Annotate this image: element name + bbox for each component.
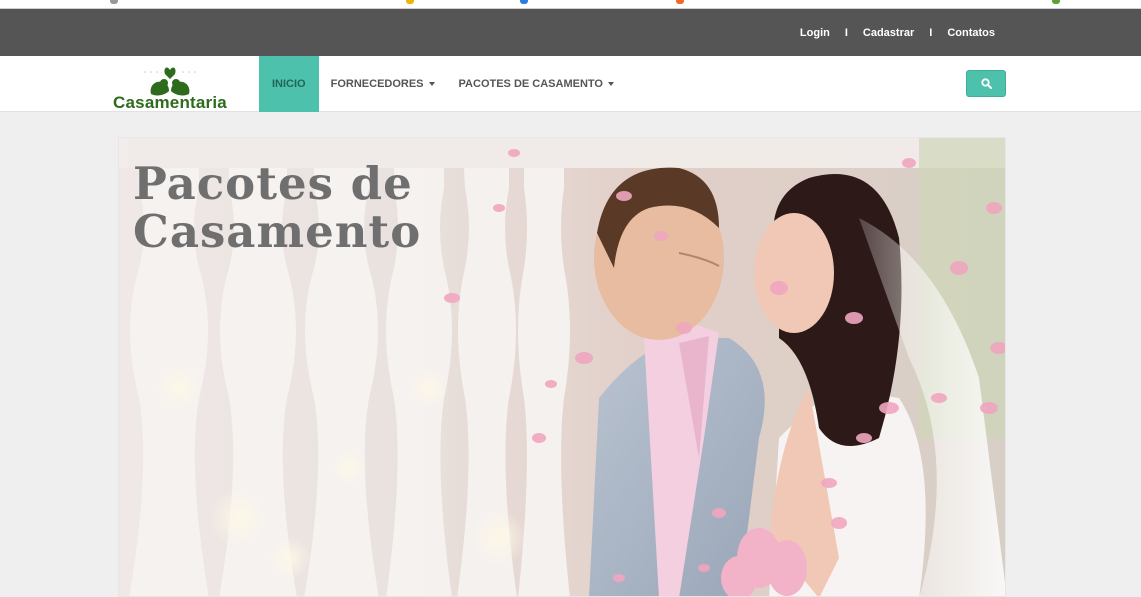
bookmark-icon[interactable] (676, 0, 684, 4)
site-logo[interactable]: Casamentaria (106, 64, 234, 116)
hero-title: Pacotes de Casamento (133, 160, 421, 256)
browser-bookmarks-strip (0, 0, 1141, 9)
brand-name: Casamentaria (113, 93, 227, 112)
primary-nav: INICIO FORNECEDORES PACOTES DE CASAMENTO (259, 56, 626, 112)
top-bar: Login I Cadastrar I Contatos (0, 9, 1141, 56)
nav-item-label: INICIO (272, 78, 306, 90)
nav-item-label: FORNECEDORES (330, 78, 424, 90)
caret-down-icon (607, 82, 614, 86)
hero-banner: Pacotes de Casamento (118, 137, 1006, 597)
login-link[interactable]: Login (800, 27, 830, 39)
bookmark-icon[interactable] (520, 0, 528, 4)
account-links: Login I Cadastrar I Contatos (800, 9, 995, 56)
bookmark-icon[interactable] (1052, 0, 1060, 4)
register-link[interactable]: Cadastrar (863, 27, 914, 39)
search-button[interactable] (966, 70, 1006, 97)
nav-item-fornecedores[interactable]: FORNECEDORES (319, 56, 447, 112)
hero-title-line: Pacotes de (133, 157, 413, 210)
nav-item-label: PACOTES DE CASAMENTO (458, 78, 603, 90)
bookmark-icon[interactable] (110, 0, 118, 4)
link-separator: I (844, 26, 848, 39)
main-navbar: Casamentaria INICIO FORNECEDORES PACOTES… (0, 56, 1141, 112)
link-separator: I (929, 26, 933, 39)
nav-item-inicio[interactable]: INICIO (259, 56, 319, 112)
hero-title-line: Casamento (133, 205, 422, 258)
caret-down-icon (428, 82, 435, 86)
bookmark-icon[interactable] (406, 0, 414, 4)
contacts-link[interactable]: Contatos (947, 27, 995, 39)
nav-item-pacotes-de-casamento[interactable]: PACOTES DE CASAMENTO (447, 56, 626, 112)
search-icon (980, 78, 992, 89)
